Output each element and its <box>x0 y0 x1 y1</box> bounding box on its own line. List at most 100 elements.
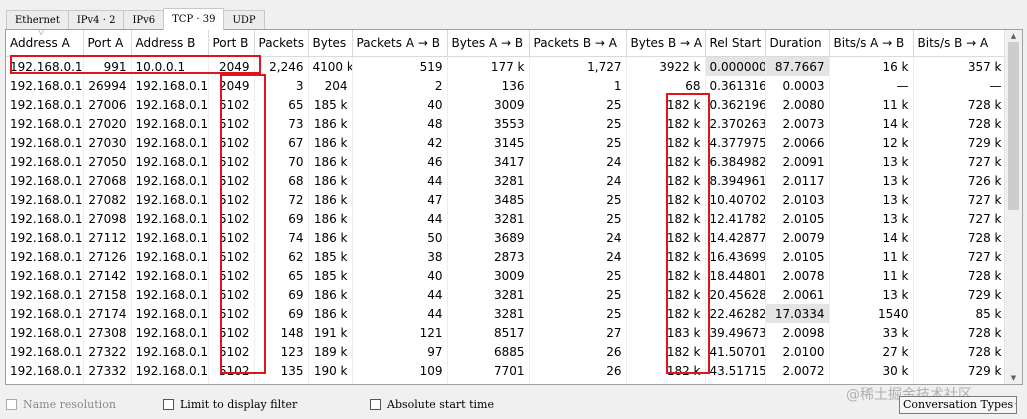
cell-port-b: 5102 <box>208 152 255 171</box>
cell-port-a: 27142 <box>83 266 132 285</box>
cell-port-b: 5102 <box>208 133 255 152</box>
cell-rel-start: 10.407028 <box>705 190 766 209</box>
table-row[interactable]: 192.168.0.1 27174 192.168.0.10 5102 69 186 k4… <box>6 304 1007 323</box>
cell-packets: 74 <box>254 228 309 247</box>
conversations-grid: ▽ Address A Port A Address B Port B Packets By… <box>6 30 1007 384</box>
cell-packets-a-to-b: 121 <box>352 323 448 342</box>
cell-duration: 2.0073 <box>765 114 830 133</box>
cell-bytes-b-to-a: 182 k <box>626 342 706 361</box>
table-row[interactable]: 192.168.0.1 27126 192.168.0.10 5102 62 185 k3… <box>6 247 1007 266</box>
table-row[interactable]: 192.168.0.10 991 10.0.0.1 2049 2,246 4100 k 51… <box>6 56 1007 76</box>
table-row[interactable]: 192.168.0.1 27112 192.168.0.10 5102 74 186 k5… <box>6 228 1007 247</box>
cell-bits-b-to-a: 727 k <box>913 152 1007 171</box>
cell-bits-b-to-a: 357 k <box>913 56 1007 76</box>
cell-duration: 2.0066 <box>765 133 830 152</box>
sort-indicator-icon: ▽ <box>38 30 45 36</box>
scroll-up-arrow-icon[interactable]: ▲ <box>1005 30 1022 42</box>
cell-bits-b-to-a: 727 k <box>913 190 1007 209</box>
cell-port-a: 991 <box>83 56 132 76</box>
cell-address-b: 192.168.0.10 <box>131 342 209 361</box>
tab-ethernet[interactable]: Ethernet <box>6 10 69 30</box>
cell-packets: 68 <box>254 171 309 190</box>
absolute-time-label: Absolute start time <box>387 398 494 411</box>
column-header-bits-a-to-b[interactable]: Bits/s A → B <box>829 30 914 57</box>
column-header-bytes-b-to-a[interactable]: Bytes B → A <box>626 30 706 57</box>
cell-port-a: 27308 <box>83 323 132 342</box>
tab-ipv6[interactable]: IPv6 <box>123 10 165 30</box>
column-header-bits-b-to-a[interactable]: Bits/s B → A <box>913 30 1007 57</box>
cell-packets: 135 <box>254 361 309 380</box>
conversation-types-button[interactable]: Conversation Types▼ <box>899 396 1017 414</box>
column-header-packets-a-to-b[interactable]: Packets A → B <box>352 30 448 57</box>
cell-packets: 62 <box>254 247 309 266</box>
column-header-port-a[interactable]: Port A <box>83 30 132 57</box>
cell-rel-start: 6.384982 <box>705 152 766 171</box>
cell-bytes-b-to-a: 182 k <box>626 304 706 323</box>
cell-bits-b-to-a: 729 k <box>913 361 1007 380</box>
cell-port-a: 27126 <box>83 247 132 266</box>
cell-bits-a-to-b: 30 k <box>829 361 914 380</box>
tab-udp[interactable]: UDP <box>223 10 265 30</box>
cell-bytes-b-to-a: 182 k <box>626 133 706 152</box>
cell-address-b: 192.168.0.10 <box>131 76 209 95</box>
cell-address-b: 192.168.0.10 <box>131 152 209 171</box>
absolute-time-option[interactable]: Absolute start time <box>370 398 494 411</box>
limit-filter-option[interactable]: Limit to display filter <box>163 398 297 411</box>
cell-address-a: 192.168.0.1 <box>6 209 84 228</box>
column-header-address-a[interactable]: ▽ Address A <box>6 30 84 57</box>
limit-filter-label: Limit to display filter <box>180 398 298 411</box>
cell-port-a: 27068 <box>83 171 132 190</box>
column-header-port-b[interactable]: Port B <box>208 30 255 57</box>
cell-rel-start: 39.496735 <box>705 323 766 342</box>
column-header-packets-b-to-a[interactable]: Packets B → A <box>529 30 627 57</box>
cell-packets-b-to-a: 27 <box>529 323 627 342</box>
table-row[interactable]: 192.168.0.1 27322 192.168.0.10 5102 123 189 k… <box>6 342 1007 361</box>
column-header-duration[interactable]: Duration <box>765 30 830 57</box>
tab-tcp[interactable]: TCP · 39 <box>163 8 225 30</box>
table-row[interactable]: 192.168.0.1 27158 192.168.0.10 5102 69 186 k4… <box>6 285 1007 304</box>
absolute-time-checkbox[interactable] <box>370 399 381 410</box>
cell-bits-b-to-a: 728 k <box>913 342 1007 361</box>
table-row[interactable]: 192.168.0.1 27020 192.168.0.10 5102 73 186 k4… <box>6 114 1007 133</box>
tab-ipv4[interactable]: IPv4 · 2 <box>67 10 125 30</box>
table-row[interactable]: 192.168.0.1 27308 192.168.0.10 5102 148 191 k… <box>6 323 1007 342</box>
cell-bits-a-to-b: 11 k <box>829 95 914 114</box>
cell-bits-b-to-a: 728 k <box>913 228 1007 247</box>
column-header-bytes-a-to-b[interactable]: Bytes A → B <box>447 30 530 57</box>
table-row[interactable]: 192.168.0.1 27142 192.168.0.10 5102 65 185 k4… <box>6 266 1007 285</box>
cell-duration: 87.7667 <box>765 56 830 76</box>
scroll-down-arrow-icon[interactable]: ▼ <box>1005 372 1022 384</box>
cell-bits-a-to-b: 14 k <box>829 114 914 133</box>
limit-filter-checkbox[interactable] <box>163 399 174 410</box>
cell-bytes-b-to-a: 182 k <box>626 247 706 266</box>
name-resolution-option[interactable]: Name resolution <box>6 398 116 411</box>
cell-address-a: 192.168.0.1 <box>6 266 84 285</box>
cell-address-b: 192.168.0.10 <box>131 247 209 266</box>
table-row[interactable]: 192.168.0.1 27082 192.168.0.10 5102 72 186 k4… <box>6 190 1007 209</box>
vertical-scrollbar[interactable]: ▲ ▼ <box>1004 30 1022 384</box>
cell-address-a: 192.168.0.1 <box>6 228 84 247</box>
table-row[interactable]: 192.168.0.1 27332 192.168.0.10 5102 135 190 k… <box>6 361 1007 380</box>
column-header-bytes[interactable]: Bytes <box>308 30 353 57</box>
cell-bits-a-to-b: — <box>829 76 914 95</box>
cell-bytes-b-to-a: 182 k <box>626 114 706 133</box>
cell-address-a: 192.168.0.1 <box>6 323 84 342</box>
scroll-thumb[interactable] <box>1008 42 1019 210</box>
cell-bytes: 191 k <box>308 323 353 342</box>
cell-packets-a-to-b: 519 <box>352 56 448 76</box>
cell-address-b: 192.168.0.10 <box>131 190 209 209</box>
cell-address-b: 192.168.0.10 <box>131 380 209 384</box>
column-header-packets[interactable]: Packets <box>254 30 309 57</box>
cell-bits-b-to-a: 728 k <box>913 323 1007 342</box>
name-resolution-checkbox[interactable] <box>6 399 17 410</box>
table-row[interactable]: 192.168.0.1 27068 192.168.0.10 5102 68 186 k4… <box>6 171 1007 190</box>
table-row[interactable]: 192.168.0.1 27006 192.168.0.10 5102 65 185 k4… <box>6 95 1007 114</box>
table-row[interactable]: 192.168.0.1 27030 192.168.0.10 5102 67 186 k4… <box>6 133 1007 152</box>
table-row[interactable]: 192.168.0.1 27050 192.168.0.10 5102 70 186 k4… <box>6 152 1007 171</box>
bottom-options-bar: Name resolution Limit to display filter … <box>0 394 1027 419</box>
table-row[interactable]: 192.168.0.1 27098 192.168.0.10 5102 69 186 k4… <box>6 209 1007 228</box>
column-header-rel-start[interactable]: Rel Start <box>705 30 766 57</box>
table-row[interactable]: 192.168.0.1 26994 192.168.0.10 2049 3 204 2 136… <box>6 76 1007 95</box>
cell-packets: 65 <box>254 95 309 114</box>
column-header-address-b[interactable]: Address B <box>131 30 209 57</box>
